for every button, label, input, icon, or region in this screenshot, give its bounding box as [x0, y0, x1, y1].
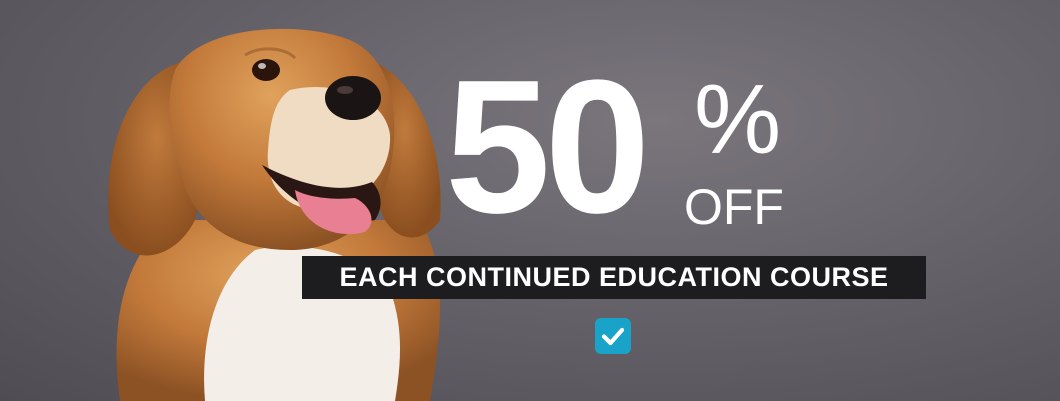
promo-banner[interactable]: 50 % OFF EACH CONTINUED EDUCATION COURSE [0, 0, 1060, 401]
discount-number: 50 [445, 41, 650, 253]
percent-sign: % [694, 64, 782, 174]
check-icon[interactable] [595, 318, 631, 354]
off-label: OFF [684, 179, 784, 235]
tagline: EACH CONTINUED EDUCATION COURSE [302, 256, 926, 299]
